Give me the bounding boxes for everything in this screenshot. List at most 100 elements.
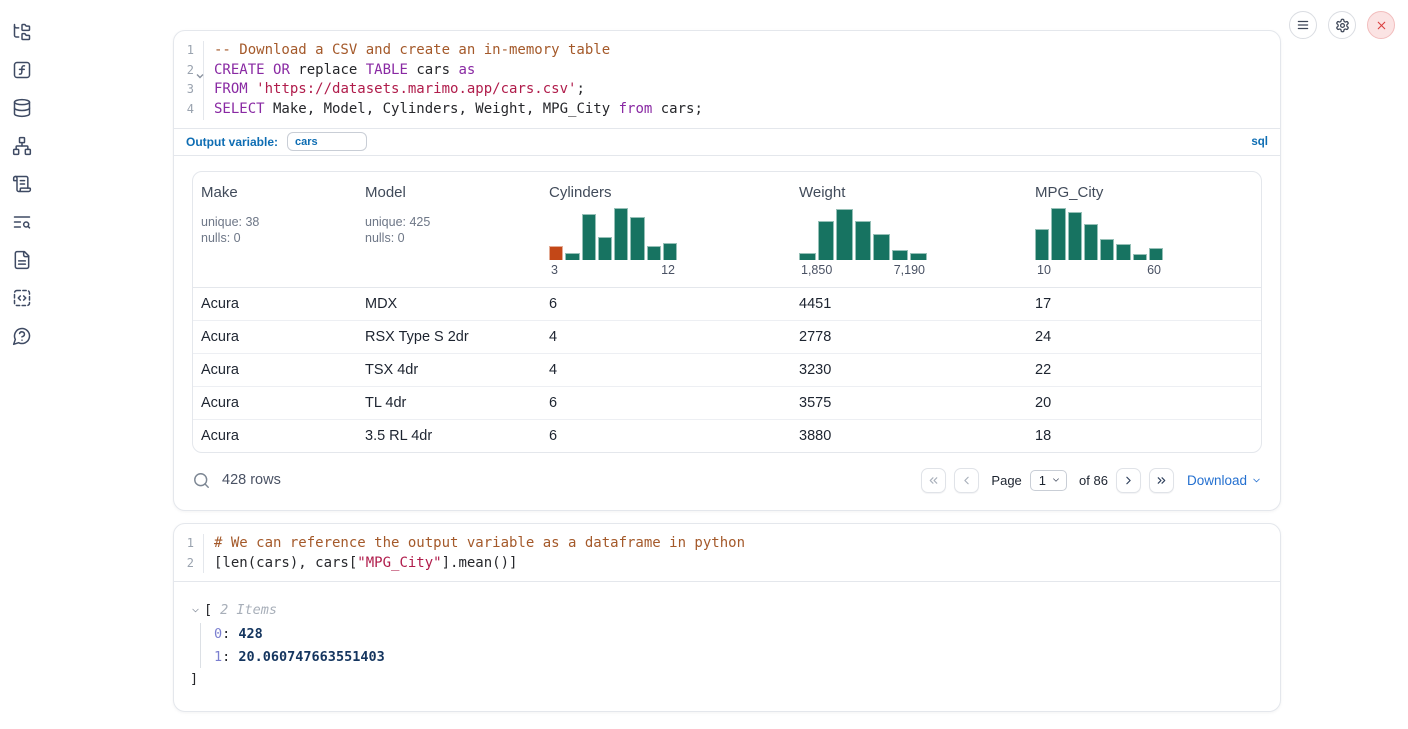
line-number: 4	[174, 100, 204, 120]
table-cell: 2778	[791, 321, 1027, 353]
histogram-bar	[855, 221, 872, 260]
sidebar-item-datasources[interactable]	[12, 98, 32, 118]
file-text-icon	[12, 250, 32, 270]
code-text: -- Download a CSV and create an in-memor…	[204, 41, 610, 61]
code-line: 2CREATE OR replace TABLE cars as	[174, 61, 1280, 81]
next-page-button[interactable]	[1116, 468, 1141, 493]
code-line: 3FROM 'https://datasets.marimo.app/cars.…	[174, 80, 1280, 100]
line-number: 3	[174, 80, 204, 100]
last-page-button[interactable]	[1149, 468, 1174, 493]
table-cell: 4	[541, 321, 791, 353]
table-body: AcuraMDX6445117AcuraRSX Type S 2dr427782…	[193, 288, 1261, 452]
page-select[interactable]: 1	[1030, 470, 1067, 491]
code-text: CREATE OR replace TABLE cars as	[204, 61, 475, 81]
chevron-down-icon	[1051, 475, 1061, 485]
histogram-axis: 1,8507,190	[799, 263, 927, 277]
histogram-bar	[1035, 229, 1049, 260]
histogram-bar	[1149, 248, 1163, 260]
sql-editor[interactable]: 1-- Download a CSV and create an in-memo…	[174, 31, 1280, 128]
column-histogram: 312	[549, 206, 677, 277]
settings-button[interactable]	[1328, 11, 1356, 39]
output-variable-label: Output variable:	[186, 135, 278, 149]
chevrons-left-icon	[927, 474, 940, 487]
language-badge[interactable]: sql	[1251, 136, 1268, 148]
histogram-bar	[582, 214, 596, 260]
histogram-bar	[1116, 244, 1130, 260]
python-editor[interactable]: 1# We can reference the output variable …	[174, 524, 1280, 581]
table-cell: 6	[541, 420, 791, 452]
page-select-value: 1	[1039, 473, 1046, 488]
histogram-bar	[1068, 212, 1082, 260]
download-button[interactable]: Download	[1187, 473, 1262, 488]
column-header-mpg_city[interactable]: MPG_City1060	[1027, 172, 1261, 287]
sidebar-item-help[interactable]	[12, 326, 32, 346]
search-icon	[192, 471, 211, 490]
histogram-bar	[630, 217, 644, 260]
sidebar	[0, 0, 44, 729]
table-cell: Acura	[193, 354, 357, 386]
code-line: 1# We can reference the output variable …	[174, 534, 1280, 554]
shutdown-button[interactable]	[1367, 11, 1395, 39]
tree-collapse-button[interactable]	[190, 605, 201, 616]
table-cell: RSX Type S 2dr	[357, 321, 541, 353]
sidebar-item-logs[interactable]	[12, 212, 32, 232]
table-row: AcuraTL 4dr6357520	[193, 387, 1261, 420]
notebook: 1 -- Download a CSV and create an in-memo…	[173, 30, 1281, 712]
sidebar-item-variables[interactable]	[12, 60, 32, 80]
column-name: Make	[201, 184, 349, 201]
table-cell: Acura	[193, 321, 357, 353]
sidebar-item-dependency-graph[interactable]	[12, 136, 32, 156]
table-search-button[interactable]	[192, 471, 211, 490]
tree-close-bracket: ]	[190, 669, 1264, 689]
function-square-icon	[12, 60, 32, 80]
code-line: 1-- Download a CSV and create an in-memo…	[174, 41, 1280, 61]
histogram-bar	[1084, 224, 1098, 260]
code-text: FROM 'https://datasets.marimo.app/cars.c…	[204, 80, 585, 100]
sidebar-item-scratchpad[interactable]	[12, 174, 32, 194]
line-number: 1	[174, 534, 204, 554]
table-row: AcuraTSX 4dr4323022	[193, 354, 1261, 387]
line-number: 2	[174, 61, 204, 81]
column-name: Weight	[799, 184, 1019, 201]
window-controls	[1289, 11, 1395, 39]
row-count: 428 rows	[222, 472, 281, 488]
table-row: AcuraMDX6445117	[193, 288, 1261, 321]
histogram-bar	[892, 250, 909, 260]
table-cell: 24	[1027, 321, 1261, 353]
column-header-model[interactable]: Modelunique: 425nulls: 0	[357, 172, 541, 287]
table-cell: 20	[1027, 387, 1261, 419]
column-name: Cylinders	[549, 184, 783, 201]
sidebar-item-documentation[interactable]	[12, 250, 32, 270]
tree-open-bracket: [	[204, 600, 212, 620]
table-cell: 3880	[791, 420, 1027, 452]
chevron-down-icon	[1251, 475, 1262, 486]
histogram-bar	[647, 246, 661, 260]
tree-entry: 1: 20.060747663551403	[214, 646, 1264, 669]
code-line: 4SELECT Make, Model, Cylinders, Weight, …	[174, 100, 1280, 120]
column-header-weight[interactable]: Weight 1,8507,190	[791, 172, 1027, 287]
table-cell: MDX	[357, 288, 541, 320]
output-variable-bar: Output variable: sql	[174, 128, 1280, 155]
network-icon	[12, 136, 32, 156]
sidebar-item-file-tree[interactable]	[12, 22, 32, 42]
table-cell: 6	[541, 387, 791, 419]
previous-page-button[interactable]	[954, 468, 979, 493]
column-histogram: 1060	[1035, 206, 1163, 277]
table-output: Makeunique: 38nulls: 0Modelunique: 425nu…	[174, 156, 1280, 453]
column-header-make[interactable]: Makeunique: 38nulls: 0	[193, 172, 357, 287]
code-line: 2[len(cars), cars["MPG_City"].mean()]	[174, 554, 1280, 574]
output-variable-input[interactable]	[287, 132, 367, 151]
first-page-button[interactable]	[921, 468, 946, 493]
table-cell: Acura	[193, 288, 357, 320]
chevron-down-icon	[190, 605, 201, 616]
pagination: Page 1 of 86	[921, 468, 1174, 493]
column-header-cylinders[interactable]: Cylinders 312	[541, 172, 791, 287]
line-number: 2	[174, 554, 204, 574]
histogram-axis: 1060	[1035, 263, 1163, 277]
histogram-bar	[873, 234, 890, 260]
notebook-menu-button[interactable]	[1289, 11, 1317, 39]
download-label: Download	[1187, 473, 1247, 488]
code-text: # We can reference the output variable a…	[204, 534, 745, 554]
sidebar-item-snippets[interactable]	[12, 288, 32, 308]
data-table: Makeunique: 38nulls: 0Modelunique: 425nu…	[192, 171, 1262, 453]
